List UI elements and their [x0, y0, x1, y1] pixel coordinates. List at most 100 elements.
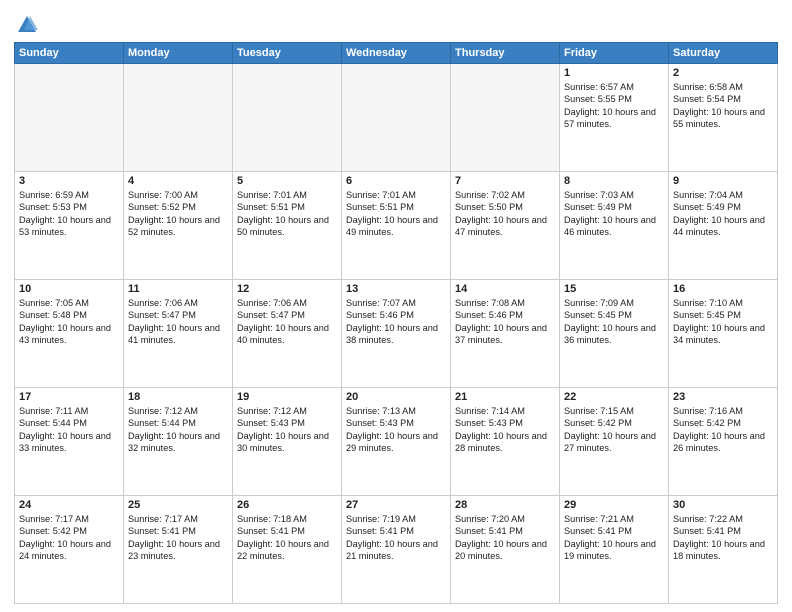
- calendar-cell: 2 Sunrise: 6:58 AMSunset: 5:54 PMDaylight…: [669, 64, 778, 172]
- cell-text: Sunrise: 7:02 AMSunset: 5:50 PMDaylight:…: [455, 189, 555, 239]
- cell-text: Sunrise: 7:21 AMSunset: 5:41 PMDaylight:…: [564, 513, 664, 563]
- day-number: 17: [19, 391, 119, 403]
- calendar-cell: 23 Sunrise: 7:16 AMSunset: 5:42 PMDayligh…: [669, 388, 778, 496]
- column-header-wednesday: Wednesday: [342, 43, 451, 64]
- cell-text: Sunrise: 6:57 AMSunset: 5:55 PMDaylight:…: [564, 81, 664, 131]
- column-header-thursday: Thursday: [451, 43, 560, 64]
- day-number: 1: [564, 67, 664, 79]
- calendar-cell: 28 Sunrise: 7:20 AMSunset: 5:41 PMDayligh…: [451, 496, 560, 604]
- cell-text: Sunrise: 7:17 AMSunset: 5:42 PMDaylight:…: [19, 513, 119, 563]
- calendar-header-row: SundayMondayTuesdayWednesdayThursdayFrid…: [15, 43, 778, 64]
- cell-text: Sunrise: 7:16 AMSunset: 5:42 PMDaylight:…: [673, 405, 773, 455]
- cell-text: Sunrise: 7:11 AMSunset: 5:44 PMDaylight:…: [19, 405, 119, 455]
- logo: [14, 14, 38, 36]
- day-number: 20: [346, 391, 446, 403]
- calendar-cell: 30Sunrise: 7:22 AMSunset: 5:41 PMDayligh…: [669, 496, 778, 604]
- day-number: 26: [237, 499, 337, 511]
- cell-text: Sunrise: 6:58 AMSunset: 5:54 PMDaylight:…: [673, 81, 773, 131]
- day-number: 4: [128, 175, 228, 187]
- column-header-sunday: Sunday: [15, 43, 124, 64]
- logo-icon: [16, 14, 38, 36]
- calendar-cell: 3 Sunrise: 6:59 AMSunset: 5:53 PMDaylight…: [15, 172, 124, 280]
- day-number: 16: [673, 283, 773, 295]
- cell-text: Sunrise: 7:04 AMSunset: 5:49 PMDaylight:…: [673, 189, 773, 239]
- day-number: 5: [237, 175, 337, 187]
- calendar-cell: 9Sunrise: 7:04 AMSunset: 5:49 PMDaylight…: [669, 172, 778, 280]
- day-number: 24: [19, 499, 119, 511]
- cell-text: Sunrise: 7:19 AMSunset: 5:41 PMDaylight:…: [346, 513, 446, 563]
- cell-text: Sunrise: 7:08 AMSunset: 5:46 PMDaylight:…: [455, 297, 555, 347]
- cell-text: Sunrise: 7:17 AMSunset: 5:41 PMDaylight:…: [128, 513, 228, 563]
- cell-text: Sunrise: 7:09 AMSunset: 5:45 PMDaylight:…: [564, 297, 664, 347]
- cell-text: Sunrise: 7:12 AMSunset: 5:44 PMDaylight:…: [128, 405, 228, 455]
- cell-text: Sunrise: 7:12 AMSunset: 5:43 PMDaylight:…: [237, 405, 337, 455]
- header: [14, 10, 778, 36]
- cell-text: Sunrise: 7:00 AMSunset: 5:52 PMDaylight:…: [128, 189, 228, 239]
- day-number: 7: [455, 175, 555, 187]
- cell-text: Sunrise: 7:14 AMSunset: 5:43 PMDaylight:…: [455, 405, 555, 455]
- calendar-cell: [451, 64, 560, 172]
- column-header-monday: Monday: [124, 43, 233, 64]
- day-number: 6: [346, 175, 446, 187]
- calendar-week-4: 17 Sunrise: 7:11 AMSunset: 5:44 PMDayligh…: [15, 388, 778, 496]
- day-number: 2: [673, 67, 773, 79]
- calendar-cell: 22 Sunrise: 7:15 AMSunset: 5:42 PMDayligh…: [560, 388, 669, 496]
- calendar-cell: 13 Sunrise: 7:07 AMSunset: 5:46 PMDayligh…: [342, 280, 451, 388]
- calendar-cell: 6 Sunrise: 7:01 AMSunset: 5:51 PMDaylight…: [342, 172, 451, 280]
- cell-text: Sunrise: 7:22 AMSunset: 5:41 PMDaylight:…: [673, 513, 773, 563]
- column-header-saturday: Saturday: [669, 43, 778, 64]
- calendar-cell: [124, 64, 233, 172]
- calendar-cell: 24 Sunrise: 7:17 AMSunset: 5:42 PMDayligh…: [15, 496, 124, 604]
- calendar-cell: 16 Sunrise: 7:10 AMSunset: 5:45 PMDayligh…: [669, 280, 778, 388]
- calendar-cell: 10 Sunrise: 7:05 AMSunset: 5:48 PMDayligh…: [15, 280, 124, 388]
- cell-text: Sunrise: 7:10 AMSunset: 5:45 PMDaylight:…: [673, 297, 773, 347]
- calendar-cell: 11 Sunrise: 7:06 AMSunset: 5:47 PMDayligh…: [124, 280, 233, 388]
- day-number: 10: [19, 283, 119, 295]
- cell-text: Sunrise: 7:15 AMSunset: 5:42 PMDaylight:…: [564, 405, 664, 455]
- calendar-cell: 12Sunrise: 7:06 AMSunset: 5:47 PMDayligh…: [233, 280, 342, 388]
- day-number: 3: [19, 175, 119, 187]
- cell-text: Sunrise: 7:07 AMSunset: 5:46 PMDaylight:…: [346, 297, 446, 347]
- calendar-cell: 15 Sunrise: 7:09 AMSunset: 5:45 PMDayligh…: [560, 280, 669, 388]
- cell-text: Sunrise: 7:01 AMSunset: 5:51 PMDaylight:…: [237, 189, 337, 239]
- calendar-cell: [342, 64, 451, 172]
- cell-text: Sunrise: 7:13 AMSunset: 5:43 PMDaylight:…: [346, 405, 446, 455]
- page: SundayMondayTuesdayWednesdayThursdayFrid…: [0, 0, 792, 612]
- calendar-cell: 20 Sunrise: 7:13 AMSunset: 5:43 PMDayligh…: [342, 388, 451, 496]
- day-number: 25: [128, 499, 228, 511]
- day-number: 8: [564, 175, 664, 187]
- calendar-week-1: 1 Sunrise: 6:57 AMSunset: 5:55 PMDaylight…: [15, 64, 778, 172]
- calendar-cell: 8Sunrise: 7:03 AMSunset: 5:49 PMDaylight…: [560, 172, 669, 280]
- day-number: 18: [128, 391, 228, 403]
- day-number: 15: [564, 283, 664, 295]
- column-header-tuesday: Tuesday: [233, 43, 342, 64]
- calendar-cell: 4 Sunrise: 7:00 AMSunset: 5:52 PMDaylight…: [124, 172, 233, 280]
- cell-text: Sunrise: 6:59 AMSunset: 5:53 PMDaylight:…: [19, 189, 119, 239]
- day-number: 23: [673, 391, 773, 403]
- cell-text: Sunrise: 7:01 AMSunset: 5:51 PMDaylight:…: [346, 189, 446, 239]
- day-number: 21: [455, 391, 555, 403]
- calendar-cell: 21 Sunrise: 7:14 AMSunset: 5:43 PMDayligh…: [451, 388, 560, 496]
- calendar-cell: [233, 64, 342, 172]
- cell-text: Sunrise: 7:20 AMSunset: 5:41 PMDaylight:…: [455, 513, 555, 563]
- day-number: 28: [455, 499, 555, 511]
- day-number: 27: [346, 499, 446, 511]
- calendar-cell: 1 Sunrise: 6:57 AMSunset: 5:55 PMDaylight…: [560, 64, 669, 172]
- calendar-table: SundayMondayTuesdayWednesdayThursdayFrid…: [14, 42, 778, 604]
- calendar-cell: 29Sunrise: 7:21 AMSunset: 5:41 PMDayligh…: [560, 496, 669, 604]
- calendar-week-2: 3 Sunrise: 6:59 AMSunset: 5:53 PMDaylight…: [15, 172, 778, 280]
- day-number: 22: [564, 391, 664, 403]
- day-number: 14: [455, 283, 555, 295]
- calendar-week-3: 10 Sunrise: 7:05 AMSunset: 5:48 PMDayligh…: [15, 280, 778, 388]
- day-number: 13: [346, 283, 446, 295]
- calendar-cell: 18 Sunrise: 7:12 AMSunset: 5:44 PMDayligh…: [124, 388, 233, 496]
- cell-text: Sunrise: 7:06 AMSunset: 5:47 PMDaylight:…: [128, 297, 228, 347]
- cell-text: Sunrise: 7:05 AMSunset: 5:48 PMDaylight:…: [19, 297, 119, 347]
- calendar-cell: 7 Sunrise: 7:02 AMSunset: 5:50 PMDaylight…: [451, 172, 560, 280]
- cell-text: Sunrise: 7:18 AMSunset: 5:41 PMDaylight:…: [237, 513, 337, 563]
- calendar-cell: 19 Sunrise: 7:12 AMSunset: 5:43 PMDayligh…: [233, 388, 342, 496]
- calendar-cell: 25 Sunrise: 7:17 AMSunset: 5:41 PMDayligh…: [124, 496, 233, 604]
- day-number: 11: [128, 283, 228, 295]
- day-number: 19: [237, 391, 337, 403]
- column-header-friday: Friday: [560, 43, 669, 64]
